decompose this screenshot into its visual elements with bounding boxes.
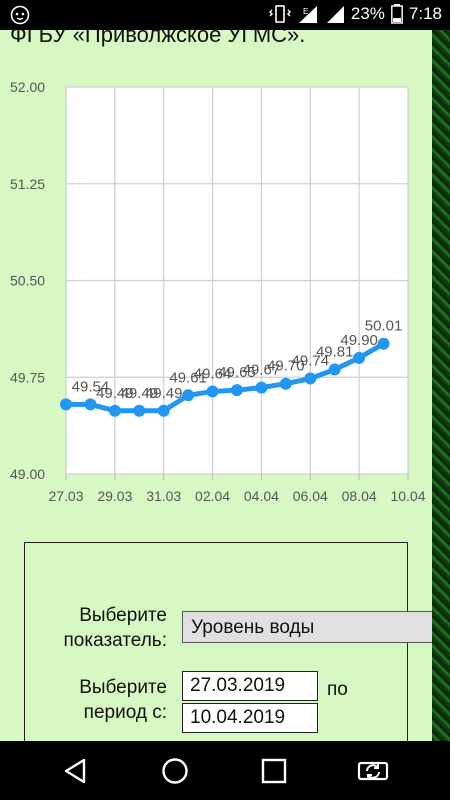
data-point bbox=[157, 404, 170, 417]
data-point bbox=[304, 372, 317, 385]
data-point bbox=[231, 384, 243, 397]
data-point bbox=[255, 381, 268, 394]
clock: 7:18 bbox=[408, 4, 442, 23]
back-icon[interactable] bbox=[57, 752, 95, 790]
app-lion-icon bbox=[10, 5, 30, 25]
signal-e-icon: E bbox=[298, 6, 317, 23]
x-tick-label: 27.03 bbox=[48, 488, 83, 504]
data-point bbox=[84, 398, 97, 411]
indicator-label-line1: Выберите bbox=[79, 605, 167, 626]
filter-form: Выберите показатель: Уровень воды Выбери… bbox=[24, 542, 432, 741]
water-level-chart: 52.00 51.25 50.50 49.75 49.00 27.03 29.03 31.0… bbox=[10, 79, 426, 504]
indicator-select[interactable]: Уровень воды bbox=[182, 611, 432, 643]
data-point bbox=[377, 337, 390, 350]
web-page: ФГБУ «Приволжское УГМС». 52.00 51.25 50.50… bbox=[0, 30, 432, 741]
svg-text:E: E bbox=[303, 7, 308, 16]
signal-icon bbox=[326, 6, 344, 23]
home-icon[interactable] bbox=[156, 752, 194, 790]
x-tick-label: 31.03 bbox=[146, 488, 181, 504]
data-point bbox=[353, 351, 366, 364]
period-label-line1: Выберите bbox=[79, 677, 167, 698]
battery-percent: 23% bbox=[350, 4, 385, 23]
data-point bbox=[133, 404, 146, 417]
y-tick-label: 51.25 bbox=[10, 176, 45, 192]
vibrate-icon bbox=[268, 5, 291, 23]
x-tick-label: 29.03 bbox=[97, 488, 132, 504]
recents-icon[interactable] bbox=[255, 752, 293, 790]
period-label: Выберите период с: bbox=[45, 675, 167, 725]
data-label: 50.01 bbox=[365, 318, 403, 335]
y-tick-label: 52.00 bbox=[10, 79, 45, 95]
y-tick-label: 49.75 bbox=[10, 369, 45, 385]
x-tick-label: 08.04 bbox=[342, 488, 377, 504]
indicator-label: Выберите показатель: bbox=[45, 603, 168, 653]
decorative-background-strip bbox=[432, 30, 450, 741]
data-point bbox=[108, 404, 121, 417]
date-to-input[interactable]: 10.04.2019 bbox=[182, 703, 318, 733]
x-tick-label: 02.04 bbox=[195, 488, 230, 504]
y-tick-label: 50.50 bbox=[10, 273, 45, 289]
x-tick-label: 06.04 bbox=[293, 488, 328, 504]
to-label: по bbox=[327, 679, 348, 700]
data-point bbox=[206, 385, 219, 398]
x-tick-label: 10.04 bbox=[390, 488, 425, 504]
data-point bbox=[328, 363, 341, 376]
rotate-icon[interactable] bbox=[354, 752, 392, 790]
date-from-input[interactable]: 27.03.2019 bbox=[182, 671, 318, 701]
data-point bbox=[279, 377, 292, 390]
period-label-line2: период с: bbox=[83, 702, 167, 723]
status-bar: E 23% 7:18 bbox=[0, 0, 450, 30]
indicator-label-line2: показатель: bbox=[63, 630, 168, 651]
data-point bbox=[182, 389, 195, 402]
data-label: 49.49 bbox=[145, 385, 183, 402]
data-point bbox=[60, 398, 72, 411]
x-tick-label: 04.04 bbox=[244, 488, 279, 504]
battery-icon bbox=[391, 4, 403, 24]
navigation-bar bbox=[0, 741, 450, 800]
y-tick-label: 49.00 bbox=[10, 466, 45, 482]
